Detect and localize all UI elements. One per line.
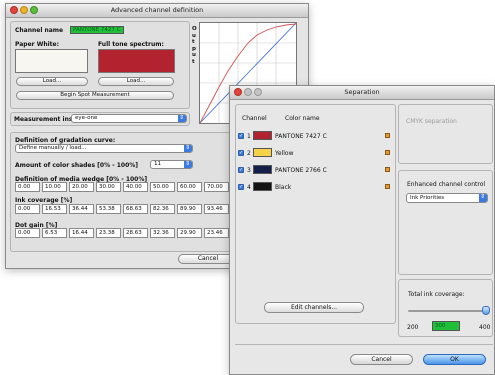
channel-number: 4 xyxy=(247,184,251,191)
channel-color-swatch xyxy=(253,148,272,157)
cmyk-group xyxy=(398,104,493,164)
output-axis-label: O u t p u t xyxy=(192,26,197,65)
enhanced-channel-label: Enhanced channel control xyxy=(407,181,486,188)
channel-number: 2 xyxy=(247,150,251,157)
dot-gain-cell[interactable]: 23.46 xyxy=(204,228,229,238)
media-wedge-cell[interactable]: 0.00 xyxy=(15,182,40,192)
channel-1-checkbox[interactable] xyxy=(238,133,244,139)
definition-label: Definition of gradation curve: xyxy=(15,137,116,144)
dot-gain-cell[interactable]: 28.63 xyxy=(123,228,148,238)
updown-arrow-icon xyxy=(479,193,487,202)
channel-name-label: Channel name xyxy=(15,27,64,34)
updown-arrow-icon xyxy=(184,144,192,152)
channel-color-name: Black xyxy=(275,184,292,191)
dot-gain-cell[interactable]: 16.44 xyxy=(69,228,94,238)
media-wedge-cell[interactable]: 10.00 xyxy=(42,182,67,192)
separation-window: Separation Channel Color name 1 PANTONE … xyxy=(229,85,495,375)
channel-number: 3 xyxy=(247,167,251,174)
cmyk-separation-label: CMYK separation xyxy=(406,118,457,125)
channel-color-swatch xyxy=(253,182,272,191)
enhanced-select[interactable]: Ink Priorities xyxy=(406,193,488,203)
total-ink-min: 200 xyxy=(407,324,419,331)
channel-color-name: PANTONE 2766 C xyxy=(275,167,327,174)
enhanced-select-value: Ink Priorities xyxy=(410,195,445,201)
total-ink-value-field[interactable]: 300 xyxy=(432,321,460,331)
channel-3-checkbox[interactable] xyxy=(238,167,244,173)
ink-coverage-cell[interactable]: 68.63 xyxy=(123,204,148,214)
media-wedge-cell[interactable]: 60.00 xyxy=(177,182,202,192)
media-wedge-cell[interactable]: 40.00 xyxy=(123,182,148,192)
media-wedge-cell[interactable]: 20.00 xyxy=(69,182,94,192)
media-wedge-cell[interactable]: 70.00 xyxy=(204,182,229,192)
updown-arrow-icon xyxy=(184,160,192,168)
channel-settings-icon[interactable] xyxy=(385,133,390,138)
channel-name-field[interactable]: PANTONE 7427 C xyxy=(70,26,124,34)
begin-spot-measurement-button[interactable]: Begin Spot Measurement xyxy=(16,91,174,100)
channel-settings-icon[interactable] xyxy=(385,150,390,155)
total-ink-label: Total ink coverage: xyxy=(408,291,465,298)
full-tone-swatch xyxy=(98,49,175,73)
ink-coverage-cell[interactable]: 93.46 xyxy=(204,204,229,214)
load-paper-white-button[interactable]: Load... xyxy=(16,77,88,86)
full-tone-label: Full tone spectrum: xyxy=(98,41,164,48)
main-titlebar: Advanced channel definition xyxy=(6,4,308,18)
edit-channels-button[interactable]: Edit channels... xyxy=(264,302,364,313)
separation-window-title: Separation xyxy=(344,88,380,96)
shades-label: Amount of color shades [0% - 100%] xyxy=(15,162,139,169)
dot-gain-cell[interactable]: 6.53 xyxy=(42,228,67,238)
definition-select-value: Define manually / load... xyxy=(19,145,87,151)
dot-gain-cell[interactable]: 23.38 xyxy=(96,228,121,238)
channel-2-checkbox[interactable] xyxy=(238,150,244,156)
shades-select-value: 11 xyxy=(154,161,161,167)
ink-coverage-label: Ink coverage [%] xyxy=(15,197,73,204)
ink-coverage-cell[interactable]: 16.53 xyxy=(42,204,67,214)
shades-select[interactable]: 11 xyxy=(150,160,193,169)
separation-cancel-button[interactable]: Cancel xyxy=(350,354,413,365)
dot-gain-cell[interactable]: 0.00 xyxy=(15,228,40,238)
ink-coverage-cell[interactable]: 53.38 xyxy=(96,204,121,214)
channel-color-name: Yellow xyxy=(275,150,294,157)
ink-coverage-cell[interactable]: 89.90 xyxy=(177,204,202,214)
ink-coverage-cell[interactable]: 36.44 xyxy=(69,204,94,214)
channel-settings-icon[interactable] xyxy=(385,184,390,189)
media-wedge-cell[interactable]: 50.00 xyxy=(150,182,175,192)
channel-color-swatch xyxy=(253,131,272,140)
load-full-tone-button[interactable]: Load... xyxy=(98,77,174,86)
color-name-column-header: Color name xyxy=(285,115,320,122)
button-divider xyxy=(235,344,493,345)
ok-button[interactable]: OK xyxy=(423,354,486,365)
main-window-title: Advanced channel definition xyxy=(110,6,204,14)
channel-settings-icon[interactable] xyxy=(385,167,390,172)
channel-color-name: PANTONE 7427 C xyxy=(275,133,327,140)
definition-select[interactable]: Define manually / load... xyxy=(15,144,193,153)
total-ink-max: 400 xyxy=(479,324,491,331)
channel-color-swatch xyxy=(253,165,272,174)
channel-number: 1 xyxy=(247,133,251,140)
channel-column-header: Channel xyxy=(242,115,267,122)
dot-gain-cell[interactable]: 32.36 xyxy=(150,228,175,238)
measurement-select-value: eye-one xyxy=(75,115,98,121)
ink-coverage-cell[interactable]: 0.00 xyxy=(15,204,40,214)
total-ink-slider-thumb[interactable] xyxy=(482,306,490,315)
media-wedge-cell[interactable]: 30.00 xyxy=(96,182,121,192)
measurement-select[interactable]: eye-one xyxy=(71,114,187,123)
total-ink-slider-track[interactable] xyxy=(408,310,488,312)
paper-white-label: Paper White: xyxy=(15,41,59,48)
dot-gain-cell[interactable]: 29.90 xyxy=(177,228,202,238)
paper-white-swatch xyxy=(15,49,88,73)
updown-arrow-icon xyxy=(178,114,186,122)
separation-titlebar: Separation xyxy=(230,86,494,100)
measurement-label: Measurement instr. xyxy=(14,116,80,123)
ink-coverage-cell[interactable]: 82.36 xyxy=(150,204,175,214)
channel-4-checkbox[interactable] xyxy=(238,184,244,190)
